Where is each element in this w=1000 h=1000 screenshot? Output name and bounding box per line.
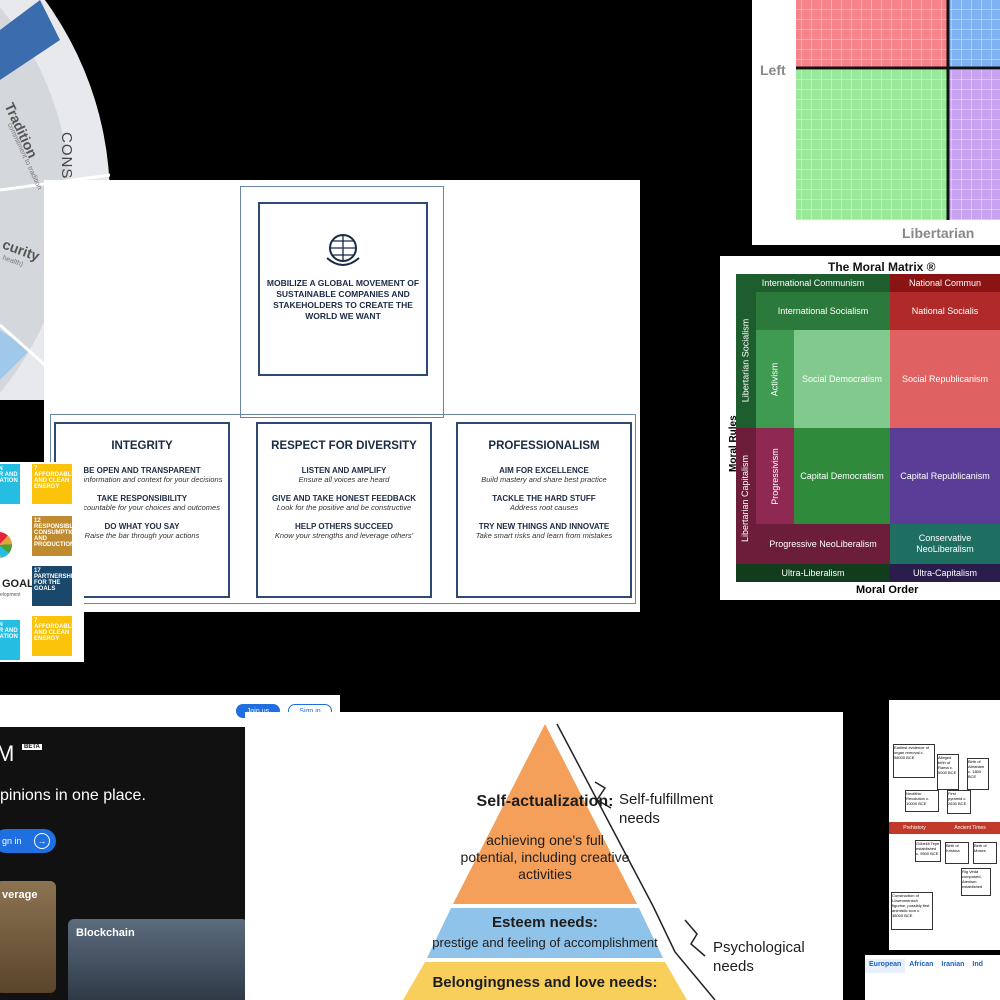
matrix-cell: Conservative NeoLiberalism: [890, 524, 1000, 564]
matrix-cell: Libertarian Capitalism: [736, 428, 756, 568]
psychological-label: Psychological needs: [713, 939, 805, 975]
moral-matrix-image: The Moral Matrix ® Moral Rules Moral Ord…: [720, 256, 1000, 600]
timeline-event: Rig Veda composed, Atenism established: [961, 868, 991, 896]
political-compass-image: Left Libertarian: [752, 0, 1000, 245]
matrix-cell: Capital Democratism: [794, 428, 890, 524]
timeline-event: Neolithic Revolution c. 10000 BCE: [905, 790, 939, 812]
religion-timeline-image: Earliest evidence of organ removal c. 98…: [889, 700, 1000, 950]
self-actualization-desc: achieving one's full potential, includin…: [460, 832, 630, 882]
timeline-event: Birth of Abraham c. 1800 BCE: [967, 758, 989, 790]
topic-card-average[interactable]: verage: [0, 881, 56, 993]
column-title: INTEGRITY: [111, 440, 173, 452]
sdg-tile: 7 AFFORDABLE AND CLEAN ENERGY: [32, 464, 75, 504]
mission-box: MOBILIZE A GLOBAL MOVEMENT OF SUSTAINABL…: [258, 202, 428, 376]
timeline-event: First pyramid c. 2630 BCE: [947, 790, 971, 814]
column-title: PROFESSIONALISM: [488, 440, 600, 452]
belonging-title: Belongingness and love needs:: [432, 974, 658, 991]
beta-badge: BETA: [22, 744, 42, 750]
matrix-cell: International Communism: [736, 274, 890, 292]
value-item: GIVE AND TAKE HONEST FEEDBACK Look for th…: [271, 494, 416, 512]
value-item: TACKLE THE HARD STUFF Address root causes: [492, 494, 596, 512]
sdg-tile: 12 RESPONSIBLE CONSUMPTION AND PRODUCTIO…: [32, 516, 79, 556]
timeline-event: Birth of Moses: [973, 842, 997, 864]
axis-bottom-label: Libertarian: [902, 225, 975, 241]
value-item: AIM FOR EXCELLENCE Build mastery and shar…: [481, 466, 607, 484]
value-item: TRY NEW THINGS AND INNOVATE Take smart ri…: [475, 522, 613, 540]
esteem-desc: prestige and feeling of accomplishment: [432, 935, 658, 950]
matrix-cell: Ultra-Capitalism: [890, 564, 1000, 582]
sdg-icons-image: CLEAN WATER AND SANITATION CLEAN WATER A…: [0, 462, 84, 662]
professionalism-column: PROFESSIONALISM AIM FOR EXCELLENCE Build …: [456, 422, 632, 598]
x-axis-label: Moral Order: [856, 584, 919, 596]
column-title: RESPECT FOR DIVERSITY: [271, 440, 417, 452]
tagline: pinions in one place.: [0, 787, 146, 804]
matrix-cell: Ultra-Liberalism: [736, 564, 890, 582]
sdg-tile: 17 PARTNERSHIPS FOR THE GOALS: [32, 566, 81, 606]
app-logo: M: [0, 741, 15, 766]
matrix-cell: Progressivism: [756, 428, 794, 524]
topic-card-blockchain[interactable]: Blockchain: [68, 919, 248, 1000]
matrix-cell: Social Democratism: [794, 330, 890, 428]
timeline-event: Birth of Krishna: [945, 842, 969, 864]
sdg-tile: CLEAN WATER AND SANITATION: [0, 464, 20, 504]
sdg-tile: 7 AFFORDABLE AND CLEAN ENERGY: [32, 616, 75, 656]
matrix-cell: Progressive NeoLiberalism: [756, 524, 890, 564]
column-headers: European African Iranian Ind: [865, 959, 1000, 973]
cons-label: CONS: [58, 132, 75, 180]
timeline-event: Earliest evidence of organ removal c. 98…: [893, 744, 935, 778]
matrix-cell: Activism: [756, 330, 794, 428]
un-global-compact-values-image: MOBILIZE A GLOBAL MOVEMENT OF SUSTAINABL…: [44, 180, 640, 612]
goals-sublabel: elopment: [0, 592, 21, 598]
value-item: HELP OTHERS SUCCEED Know your strengths a…: [274, 522, 414, 540]
self-fulfillment-label: Self-fulfillment needs: [619, 791, 714, 827]
compass-grid: [796, 0, 1000, 220]
matrix-cell: International Socialism: [756, 292, 890, 330]
sdg-wheel-icon: [0, 532, 12, 558]
sdg-tile: CLEAN WATER AND SANITATION: [0, 620, 20, 660]
un-globe-icon: [321, 228, 365, 272]
matrix-cell: National Socialis: [890, 292, 1000, 330]
timeline-event: Alleged birth of Rama c. 5000 BCE: [937, 754, 959, 790]
mission-text: MOBILIZE A GLOBAL MOVEMENT OF SUSTAINABL…: [266, 278, 420, 321]
matrix-cell: National Commun: [890, 274, 1000, 292]
timeline-event: Construction of Löwenmensch figurine, po…: [891, 892, 933, 930]
value-item: LISTEN AND AMPLIFY Ensure all voices are …: [298, 466, 390, 484]
esteem-title: Esteem needs:: [492, 914, 598, 931]
matrix-cell: Libertarian Socialism: [736, 292, 756, 428]
self-actualization-title: Self-actualization:: [476, 793, 614, 810]
timeline-bar: Prehistory Ancient Times: [889, 822, 1000, 834]
matrix-cell: Social Republicanism: [890, 330, 1000, 428]
matrix-cell: Capital Republicanism: [890, 428, 1000, 524]
religion-chart-strip: European African Iranian Ind: [865, 955, 1000, 1000]
axis-left-label: Left: [760, 62, 786, 78]
matrix-title: The Moral Matrix ®: [828, 260, 936, 274]
diversity-column: RESPECT FOR DIVERSITY LISTEN AND AMPLIFY…: [256, 422, 432, 598]
sign-in-button[interactable]: gn in →: [0, 829, 56, 853]
timeline-event: Göbekli Tepe established c. 9500 BCE: [915, 840, 941, 862]
maslow-pyramid-image: Self-actualization: achieving one's full…: [245, 712, 843, 1000]
arrow-right-icon: →: [34, 833, 50, 849]
